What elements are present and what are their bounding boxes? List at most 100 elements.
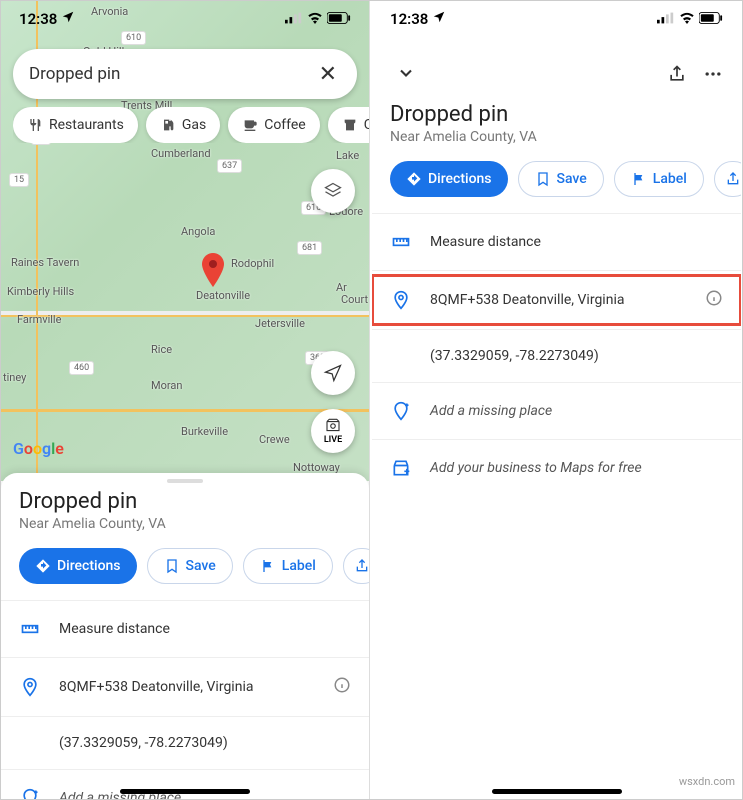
sheet-title: Dropped pin xyxy=(1,483,369,514)
map-label: Kimberly Hills xyxy=(7,285,74,298)
measure-distance-item[interactable]: Measure distance xyxy=(372,218,741,266)
chip-gas[interactable]: Gas xyxy=(146,107,220,143)
label-button[interactable]: Label xyxy=(614,161,704,197)
storefront-icon xyxy=(390,458,412,478)
list-item-label: Measure distance xyxy=(59,621,351,637)
location-arrow-icon xyxy=(432,10,446,28)
measure-distance-item[interactable]: Measure distance xyxy=(1,605,369,653)
chip-label: Conve xyxy=(364,117,369,133)
pin-outline-icon xyxy=(390,290,412,310)
map-label: Angola xyxy=(181,225,215,238)
map-label: Rice xyxy=(151,343,172,356)
battery-icon xyxy=(327,10,351,28)
map-label: Farmville xyxy=(17,313,61,326)
map-label: Moran xyxy=(151,379,182,392)
more-icon[interactable] xyxy=(703,64,723,88)
plus-code-item[interactable]: 8QMF+538 Deatonville, Virginia xyxy=(372,275,741,325)
bookmark-icon xyxy=(164,558,180,574)
map-route: 460 xyxy=(69,361,94,375)
live-label: LIVE xyxy=(324,435,342,445)
map-label: Burkeville xyxy=(181,425,228,438)
chip-label: Restaurants xyxy=(49,117,124,133)
add-location-icon xyxy=(19,788,41,799)
coordinates-item[interactable]: (37.3329059, -78.2273049) xyxy=(372,334,741,378)
battery-icon xyxy=(699,10,723,28)
chip-label: Coffee xyxy=(264,117,306,133)
dropped-pin-marker[interactable] xyxy=(201,253,225,287)
wifi-icon xyxy=(307,10,323,28)
home-indicator[interactable] xyxy=(120,789,250,794)
directions-icon xyxy=(406,171,422,187)
home-indicator[interactable] xyxy=(492,789,622,794)
directions-button[interactable]: Directions xyxy=(390,161,508,197)
chip-convenience[interactable]: Conve xyxy=(328,107,369,143)
share-icon xyxy=(725,171,741,187)
btn-label: Directions xyxy=(428,171,492,187)
btn-label: Save xyxy=(557,171,587,187)
map-label: Jetersville xyxy=(255,317,305,330)
btn-label: Label xyxy=(653,171,687,187)
coordinates-item[interactable]: (37.3329059, -78.2273049) xyxy=(1,721,369,765)
search-box[interactable]: Dropped pin ✕ xyxy=(13,49,357,99)
collapse-chevron-icon[interactable] xyxy=(390,57,422,94)
location-arrow-icon xyxy=(61,10,75,28)
search-input[interactable]: Dropped pin xyxy=(29,64,315,84)
info-icon[interactable] xyxy=(705,289,723,311)
add-location-icon xyxy=(390,401,412,421)
pin-outline-icon xyxy=(19,677,41,697)
layers-button[interactable] xyxy=(311,169,355,213)
my-location-button[interactable] xyxy=(311,351,355,395)
directions-icon xyxy=(35,558,51,574)
plus-code-item[interactable]: 8QMF+538 Deatonville, Virginia xyxy=(1,662,369,712)
detail-sheet: Dropped pin Near Amelia County, VA Direc… xyxy=(372,47,741,799)
ruler-icon xyxy=(390,232,412,252)
btn-label: Directions xyxy=(57,558,121,574)
list-item-label: 8QMF+538 Deatonville, Virginia xyxy=(59,679,315,695)
wifi-icon xyxy=(679,10,695,28)
share-icon xyxy=(354,558,369,574)
flag-icon xyxy=(631,171,647,187)
ruler-icon xyxy=(19,619,41,639)
bookmark-icon xyxy=(535,171,551,187)
share-button[interactable] xyxy=(714,161,741,197)
watermark: wsxdn.com xyxy=(679,775,735,788)
save-button[interactable]: Save xyxy=(147,548,233,584)
list-item-label: Add your business to Maps for free xyxy=(430,460,723,476)
status-bar: 12:38 xyxy=(372,1,741,37)
status-time: 12:38 xyxy=(19,10,57,28)
chip-label: Gas xyxy=(182,117,206,133)
add-missing-place-item[interactable]: Add a missing place xyxy=(372,387,741,435)
list-item-label: Measure distance xyxy=(430,234,723,250)
share-icon[interactable] xyxy=(667,64,687,88)
save-button[interactable]: Save xyxy=(518,161,604,197)
map-label: Crewe xyxy=(259,433,290,446)
chip-coffee[interactable]: Coffee xyxy=(228,107,320,143)
sheet-title: Dropped pin xyxy=(372,96,741,127)
gas-icon xyxy=(160,117,176,133)
btn-label: Save xyxy=(186,558,216,574)
map-label: Deatonville xyxy=(196,289,250,302)
map-label: Lake xyxy=(336,149,359,162)
clear-search-icon[interactable]: ✕ xyxy=(315,62,341,87)
add-missing-place-item[interactable]: Add a missing place xyxy=(1,774,369,799)
live-view-button[interactable]: LIVE xyxy=(311,409,355,453)
list-item-label: Add a missing place xyxy=(430,403,723,419)
share-button[interactable] xyxy=(343,548,369,584)
status-time: 12:38 xyxy=(390,10,428,28)
chip-restaurants[interactable]: Restaurants xyxy=(13,107,138,143)
map-label: Court xyxy=(341,293,368,306)
store-icon xyxy=(342,117,358,133)
restaurant-icon xyxy=(27,117,43,133)
add-business-item[interactable]: Add your business to Maps for free xyxy=(372,444,741,492)
map-route: 637 xyxy=(217,159,242,173)
info-icon[interactable] xyxy=(333,676,351,698)
list-item-label: 8QMF+538 Deatonville, Virginia xyxy=(430,292,687,308)
label-button[interactable]: Label xyxy=(243,548,333,584)
coffee-icon xyxy=(242,117,258,133)
directions-button[interactable]: Directions xyxy=(19,548,137,584)
sheet-subtitle: Near Amelia County, VA xyxy=(1,514,369,542)
bottom-sheet[interactable]: Dropped pin Near Amelia County, VA Direc… xyxy=(1,473,369,799)
google-logo: Google xyxy=(13,439,64,458)
list-item-label: (37.3329059, -78.2273049) xyxy=(59,735,351,751)
map-label: Rodophil xyxy=(231,257,274,270)
